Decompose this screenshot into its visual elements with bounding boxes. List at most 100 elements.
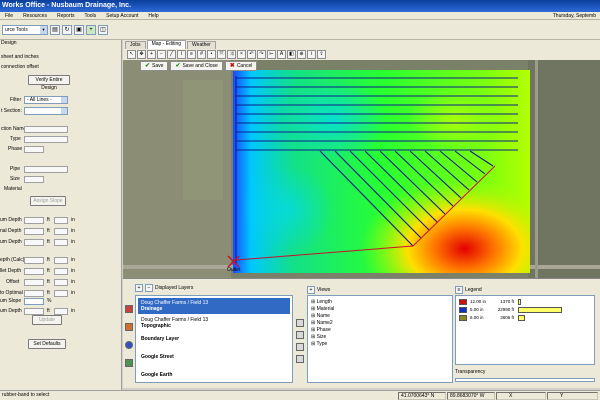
depth-row-ft-field[interactable] xyxy=(24,239,44,246)
unit-in: in xyxy=(71,308,75,314)
depth-row-ft-field[interactable] xyxy=(24,257,44,264)
zoom-out-icon[interactable]: − xyxy=(157,50,166,59)
node-icon[interactable]: • xyxy=(207,50,216,59)
verify-design-button[interactable]: Verify Entire Design xyxy=(28,75,70,91)
redo-icon[interactable]: ↷ xyxy=(257,50,266,59)
unit-ft: ft xyxy=(47,228,50,234)
map-view[interactable]: Outlet xyxy=(123,60,600,278)
label-icon[interactable]: A xyxy=(277,50,286,59)
depth-row-in-field[interactable] xyxy=(54,290,68,297)
size-field[interactable] xyxy=(24,176,44,183)
view-item[interactable]: ⊞ Length xyxy=(311,299,332,305)
select-tool-icon[interactable]: ↖ xyxy=(127,50,136,59)
view-item[interactable]: ⊞ Size xyxy=(311,334,326,340)
menu-reports[interactable]: Reports xyxy=(52,13,80,19)
filter-label: Filter xyxy=(10,97,22,103)
zoom-in-icon[interactable]: + xyxy=(147,50,156,59)
filter-dropdown[interactable]: - All Lines - xyxy=(24,96,68,104)
add-icon[interactable]: + xyxy=(86,24,96,35)
tab-weather[interactable]: Weather xyxy=(187,41,216,49)
layer-props-icon[interactable] xyxy=(296,331,304,339)
transparency-label: Transparency xyxy=(455,369,486,375)
parallel-lines-icon[interactable]: ≡ xyxy=(187,50,196,59)
section-name-field[interactable] xyxy=(24,126,68,133)
depth-row-label: um Depth xyxy=(0,217,22,223)
edit-bar: ✔ Save ✔ Save and Close ✖ Cancel xyxy=(140,61,270,72)
x-readout: X xyxy=(496,392,546,400)
road-vertical xyxy=(535,60,538,278)
section-dropdown[interactable] xyxy=(24,107,68,115)
depth-row-ft-field[interactable] xyxy=(24,268,44,275)
depth-row-in-field[interactable] xyxy=(54,228,68,235)
depth-row-ft-field[interactable] xyxy=(24,279,44,286)
pan-tool-icon[interactable]: ✥ xyxy=(137,50,146,59)
pipe-field[interactable] xyxy=(24,166,68,173)
depth-row-in-field[interactable] xyxy=(54,308,68,315)
layer-item-topographic[interactable]: Doug Chaffer Farms / Field 13 Topographi… xyxy=(138,315,290,331)
depth-row-in-field[interactable] xyxy=(54,279,68,286)
export-icon[interactable]: ⇪ xyxy=(317,50,326,59)
view-item[interactable]: ⊞ Material xyxy=(311,306,334,312)
resource-tools-dropdown[interactable]: urce Tools ▼ xyxy=(2,24,48,35)
update-button[interactable]: Update xyxy=(32,315,62,325)
depth-row-ft-field[interactable] xyxy=(24,308,44,315)
refresh-icon[interactable]: ↻ xyxy=(62,24,72,35)
depth-row-ft-field[interactable] xyxy=(24,217,44,224)
view-item[interactable]: ⊞ Name2 xyxy=(311,320,333,326)
layer-item-boundary[interactable]: Boundary Layer xyxy=(138,334,290,350)
views-add-icon[interactable]: + xyxy=(307,286,315,294)
transparency-slider[interactable] xyxy=(455,378,595,382)
depth-row-ft-field[interactable] xyxy=(24,228,44,235)
legend-icon[interactable]: ≡ xyxy=(455,286,463,294)
cancel-button[interactable]: ✖ Cancel xyxy=(224,61,258,71)
undo-icon[interactable]: ↶ xyxy=(247,50,256,59)
layer-item-google-street[interactable]: Google Street xyxy=(138,352,290,368)
menu-setup-account[interactable]: Setup Account xyxy=(101,13,143,19)
grid-icon[interactable]: # xyxy=(197,50,206,59)
view-item[interactable]: ⊞ Name xyxy=(311,313,330,319)
set-defaults-button[interactable]: Set Defaults xyxy=(28,339,66,349)
assign-slope-button[interactable]: Assign Slope xyxy=(30,196,66,206)
view-item[interactable]: ⊞ Type xyxy=(311,341,327,347)
depth-row-in-field[interactable] xyxy=(54,257,68,264)
layer-remove-icon[interactable]: − xyxy=(145,284,153,292)
depth-row-in-field[interactable] xyxy=(54,239,68,246)
save-close-label: Save and Close xyxy=(182,63,218,69)
topographic-overlay xyxy=(233,70,530,273)
depth-row-in-field[interactable] xyxy=(54,268,68,275)
save-close-button[interactable]: ✔ Save and Close xyxy=(170,61,223,71)
menu-resources[interactable]: Resources xyxy=(18,13,52,19)
layer-add-icon[interactable]: + xyxy=(135,284,143,292)
depth-row-in-field[interactable] xyxy=(54,217,68,224)
open-icon[interactable]: ▣ xyxy=(74,24,84,35)
layer-item-google-earth[interactable]: Google Earth xyxy=(138,370,290,386)
view-item[interactable]: ⊞ Phase xyxy=(311,327,331,333)
menu-help[interactable]: Help xyxy=(143,13,163,19)
delete-icon[interactable]: × xyxy=(237,50,246,59)
move-down-icon[interactable] xyxy=(296,355,304,363)
draw-line-icon[interactable]: ╱ xyxy=(167,50,176,59)
draw-polyline-icon[interactable]: ⌇ xyxy=(177,50,186,59)
tab-jobs[interactable]: Jobs xyxy=(125,41,146,49)
map-icon[interactable]: ◫ xyxy=(98,24,108,35)
measure-icon[interactable]: ⊢ xyxy=(267,50,276,59)
tab-map-editing[interactable]: Map - Editing xyxy=(146,40,187,49)
split-icon[interactable]: ⤧ xyxy=(217,50,226,59)
layer-name: Google Street xyxy=(141,354,174,360)
join-icon[interactable]: ⤨ xyxy=(227,50,236,59)
menu-tools[interactable]: Tools xyxy=(79,13,101,19)
outlet-icon[interactable]: ⊕ xyxy=(297,50,306,59)
info-icon[interactable]: i xyxy=(307,50,316,59)
move-up-icon[interactable] xyxy=(296,319,304,327)
layer-refresh-icon[interactable] xyxy=(296,343,304,351)
phase-field[interactable] xyxy=(24,146,44,153)
type-label: Type xyxy=(10,136,21,142)
print-icon[interactable]: ▤ xyxy=(50,24,60,35)
save-button[interactable]: ✔ Save xyxy=(140,61,169,71)
depth-row-ft-field[interactable] xyxy=(24,290,44,297)
layer-icon[interactable]: ◧ xyxy=(287,50,296,59)
menu-file[interactable]: File xyxy=(0,13,18,19)
layer-item-drainage[interactable]: Doug Chaffer Farms / Field 13 Drainage xyxy=(138,298,290,314)
slope-field[interactable] xyxy=(24,298,44,305)
type-field[interactable] xyxy=(24,136,68,143)
